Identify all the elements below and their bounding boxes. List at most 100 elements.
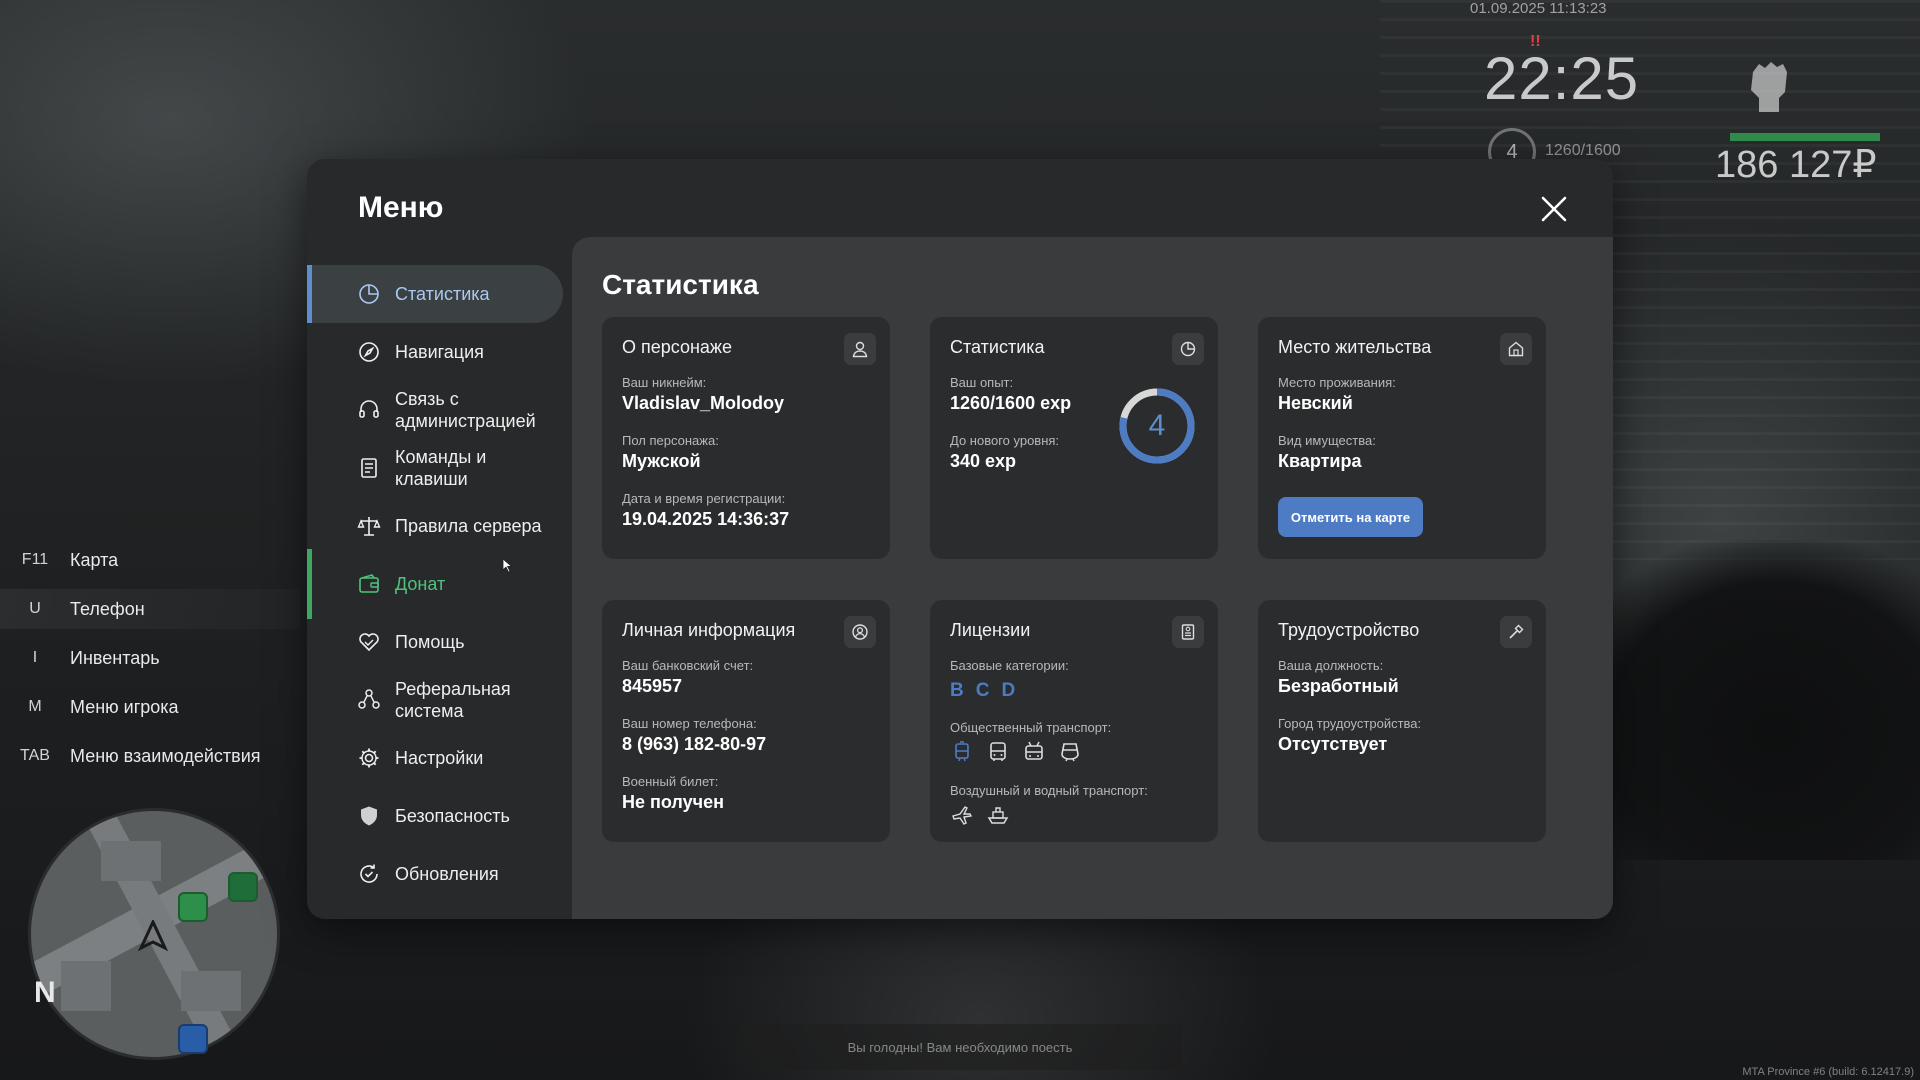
hud-money: 186 127₽ [1715,144,1877,186]
card-title: Личная информация [622,620,796,640]
place-label: Место проживания: [1278,375,1396,390]
license-categories: B C D [950,680,1015,702]
player-arrow-icon [137,920,169,952]
military-value: Не получен [622,792,724,812]
map-bus-marker-icon [178,1024,208,1054]
user-icon [852,341,868,358]
license-category-d: D [1001,680,1016,701]
nav-label: Настройки [395,748,484,768]
mark-on-map-button[interactable]: Отметить на карте [1278,497,1423,537]
hotkey-key: F11 [21,551,49,568]
card-icon-wrap [1500,616,1532,648]
map-block [181,971,241,1011]
metro-icon [1061,743,1079,762]
hotkey-inventory[interactable]: I Инвентарь [0,638,300,678]
card-title: Место жительства [1278,337,1432,357]
nav-item-settings[interactable]: Настройки [307,729,563,787]
military-label: Военный билет: [622,774,719,789]
card-title: Лицензии [950,620,1031,640]
license-category-c: C [975,680,990,701]
bus-icon [990,742,1006,761]
residence-card: Место жительства Место проживания: Невск… [1258,317,1546,559]
license-category-b: B [950,680,964,701]
nav-label: Статистика [395,284,490,304]
level-number: 4 [1148,409,1166,442]
hotkey-map[interactable]: F11 Карта [0,540,300,580]
trolleybus-icon [1025,741,1043,760]
house-icon [1508,341,1524,357]
bank-label: Ваш банковский счет: [622,658,754,673]
map-block [101,841,161,881]
build-info: MTA Province #6 (build: 6.12417.9) [1742,1066,1914,1078]
nav-item-commands[interactable]: Команды и клавиши [307,439,563,497]
people-icon [358,689,380,709]
nav-item-statistics[interactable]: Статистика [307,265,563,323]
menu-title: Меню [358,191,444,224]
nav-label: Связь с администрацией [395,389,536,431]
hud-clock: 22:25 [1484,45,1640,112]
mouse-cursor-icon [502,558,513,573]
nav-item-rules[interactable]: Правила сервера [307,497,563,555]
nav-item-help[interactable]: Помощь [307,613,563,671]
nav-item-navigation[interactable]: Навигация [307,323,563,381]
close-icon[interactable] [1540,195,1568,223]
tram-icon [955,741,969,762]
card-icon-wrap [1172,616,1204,648]
place-value: Невский [1278,393,1353,413]
nick-label: Ваш никнейм: [622,375,707,390]
hotkey-interaction-menu[interactable]: TAB Меню взаимодействия [0,736,300,776]
job-city-label: Город трудоустройства: [1278,716,1422,731]
scales-icon [357,517,381,536]
hotkey-label: Меню взаимодействия [70,745,261,766]
hud-exp: 1260/1600 [1545,142,1621,159]
map-block [61,961,111,1011]
phone-value: 8 (963) 182-80-97 [622,734,767,754]
gear-icon [359,748,379,768]
hammer-icon [1509,624,1524,639]
hotkey-player-menu[interactable]: M Меню игрока [0,687,300,727]
nav-item-updates[interactable]: Обновления [307,845,563,903]
hotkey-key: I [32,649,38,666]
bank-value: 845957 [622,676,683,696]
gender-label: Пол персонажа: [622,433,719,448]
nav-item-security[interactable]: Безопасность [307,787,563,845]
menu-window: Меню Статистика Навигация Связь с админи… [307,159,1613,919]
card-icon-wrap [844,333,876,365]
card-icon-wrap [844,616,876,648]
reg-value: 19.04.2025 14:36:37 [622,509,790,529]
hotkey-phone[interactable]: U Телефон [0,589,300,629]
hotkey-label: Меню игрока [70,696,179,717]
stats-card: Статистика Ваш опыт: 1260/1600 exp До но… [930,317,1218,559]
employment-card: Трудоустройство Ваша должность: Безработ… [1258,600,1546,842]
nav-label: Безопасность [395,806,510,826]
map-house-marker-icon [178,892,208,922]
nav-label: Реферальная система [395,679,511,721]
nav-label: Помощь [395,632,465,652]
nav-item-admin-contact[interactable]: Связь с администрацией [307,381,563,439]
nav-item-donate[interactable]: Донат [307,549,563,619]
document-icon [361,458,377,478]
airplane-icon [952,806,973,825]
exp-value: 1260/1600 exp [950,393,1072,413]
nav-label: Правила сервера [395,516,542,536]
air-water-transport-label: Воздушный и водный транспорт: [950,783,1148,798]
content-panel: Статистика О персонаже Ваш никнейм: Vlad… [572,237,1613,919]
minimap-north: N [34,976,56,1009]
hotkey-key: TAB [20,747,50,764]
compass-icon [359,342,379,362]
nav-label: Обновления [395,864,499,884]
hotkey-label: Телефон [70,598,145,619]
card-icon-wrap [1500,333,1532,365]
car-silhouette [1560,540,1920,860]
air-water-transport-icons [950,803,1010,827]
hotkey-label: Карта [70,549,119,570]
hotkey-key: U [29,600,41,617]
nav-item-referral[interactable]: Реферальная система [307,671,563,729]
user-circle-icon [852,624,868,640]
job-city-value: Отсутствует [1278,734,1388,754]
fist-icon [1751,62,1787,112]
card-title: О персонаже [622,337,732,357]
nav-label: Донат [395,574,446,594]
map-marker-icon [228,872,258,902]
reg-label: Дата и время регистрации: [622,491,786,506]
